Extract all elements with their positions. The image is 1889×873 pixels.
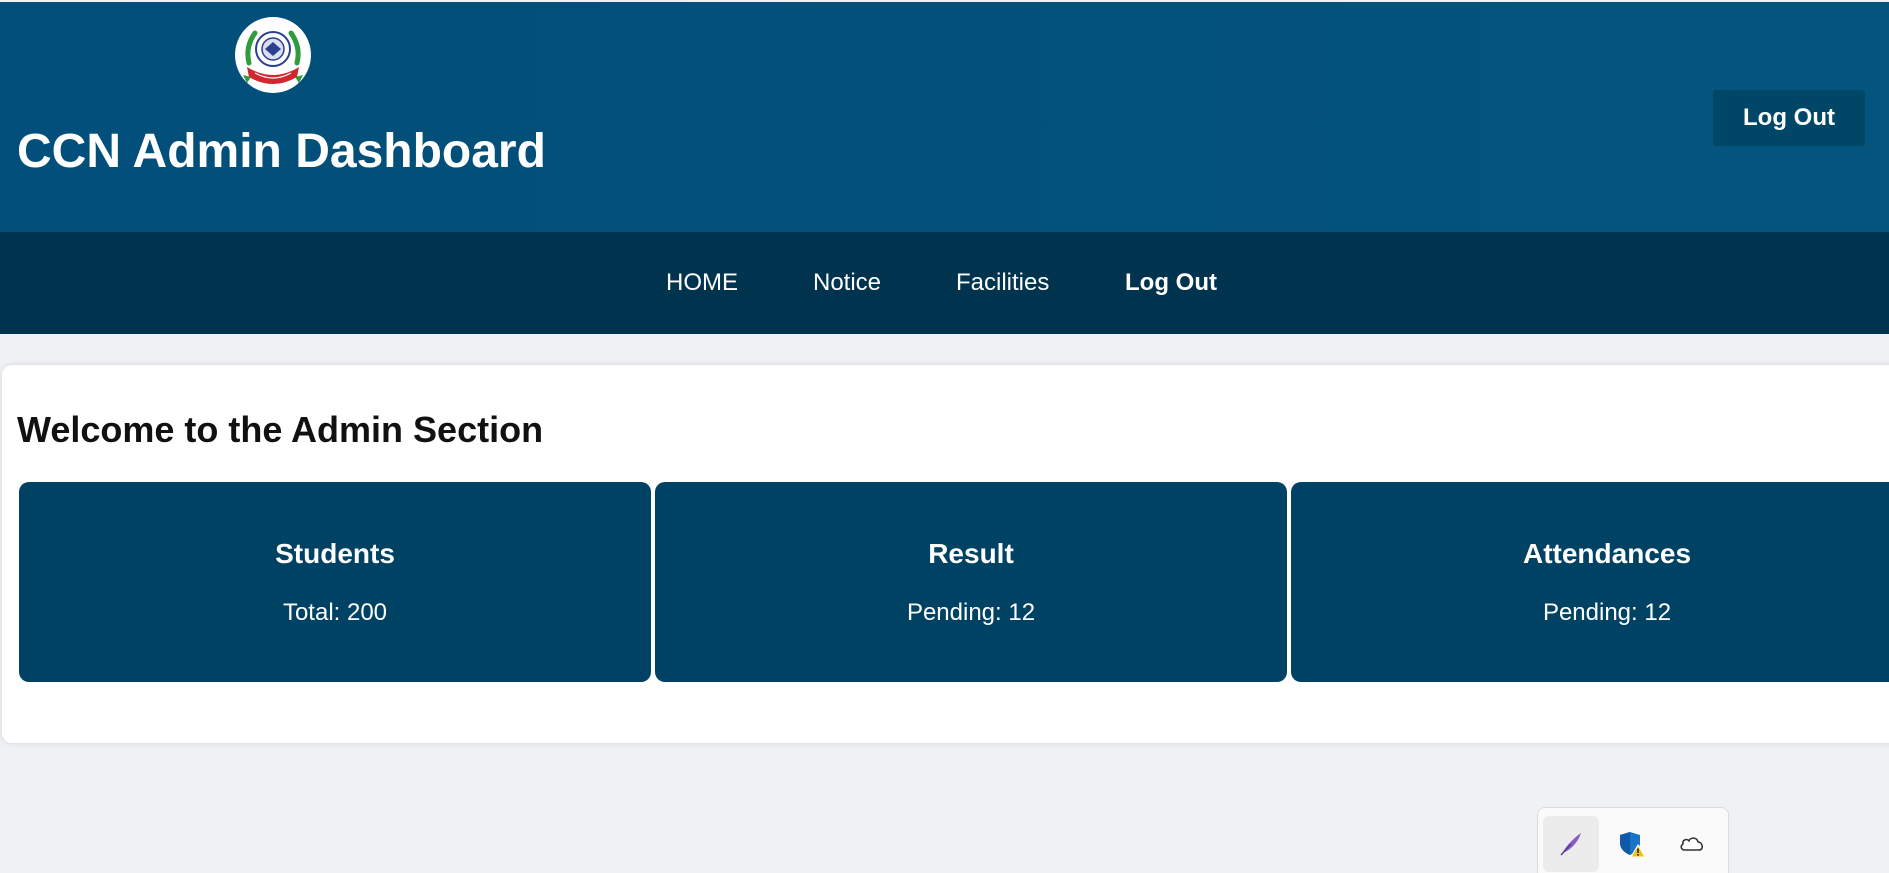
college-seal-logo-icon (235, 17, 311, 93)
admin-section-panel: Welcome to the Admin Section Students To… (2, 365, 1889, 743)
system-tray-popup (1537, 807, 1729, 873)
nav-item-facilities[interactable]: Facilities (956, 232, 1049, 334)
card-title: Students (275, 538, 395, 569)
page-title: CCN Admin Dashboard (17, 125, 546, 178)
section-title: Welcome to the Admin Section (17, 409, 544, 450)
header: CCN Admin Dashboard Log Out (0, 2, 1889, 232)
attendances-card[interactable]: Attendances Pending: 12 (1291, 482, 1889, 682)
cloud-icon[interactable] (1664, 816, 1720, 872)
students-card[interactable]: Students Total: 200 (19, 482, 651, 682)
header-logout-button[interactable]: Log Out (1713, 90, 1865, 146)
main-nav: HOME Notice Facilities Log Out (0, 232, 1889, 334)
shield-warning-icon[interactable] (1604, 816, 1660, 872)
card-title: Attendances (1522, 538, 1692, 569)
card-stat: Pending: 12 (1542, 599, 1672, 626)
card-stat: Pending: 12 (906, 599, 1036, 626)
nav-item-logout[interactable]: Log Out (1125, 232, 1217, 334)
nav-item-home[interactable]: HOME (666, 232, 738, 334)
card-title: Result (928, 538, 1014, 569)
card-stat: Total: 200 (282, 599, 388, 626)
result-card[interactable]: Result Pending: 12 (655, 482, 1287, 682)
nav-item-notice[interactable]: Notice (813, 232, 881, 334)
feather-pen-icon[interactable] (1543, 816, 1599, 872)
